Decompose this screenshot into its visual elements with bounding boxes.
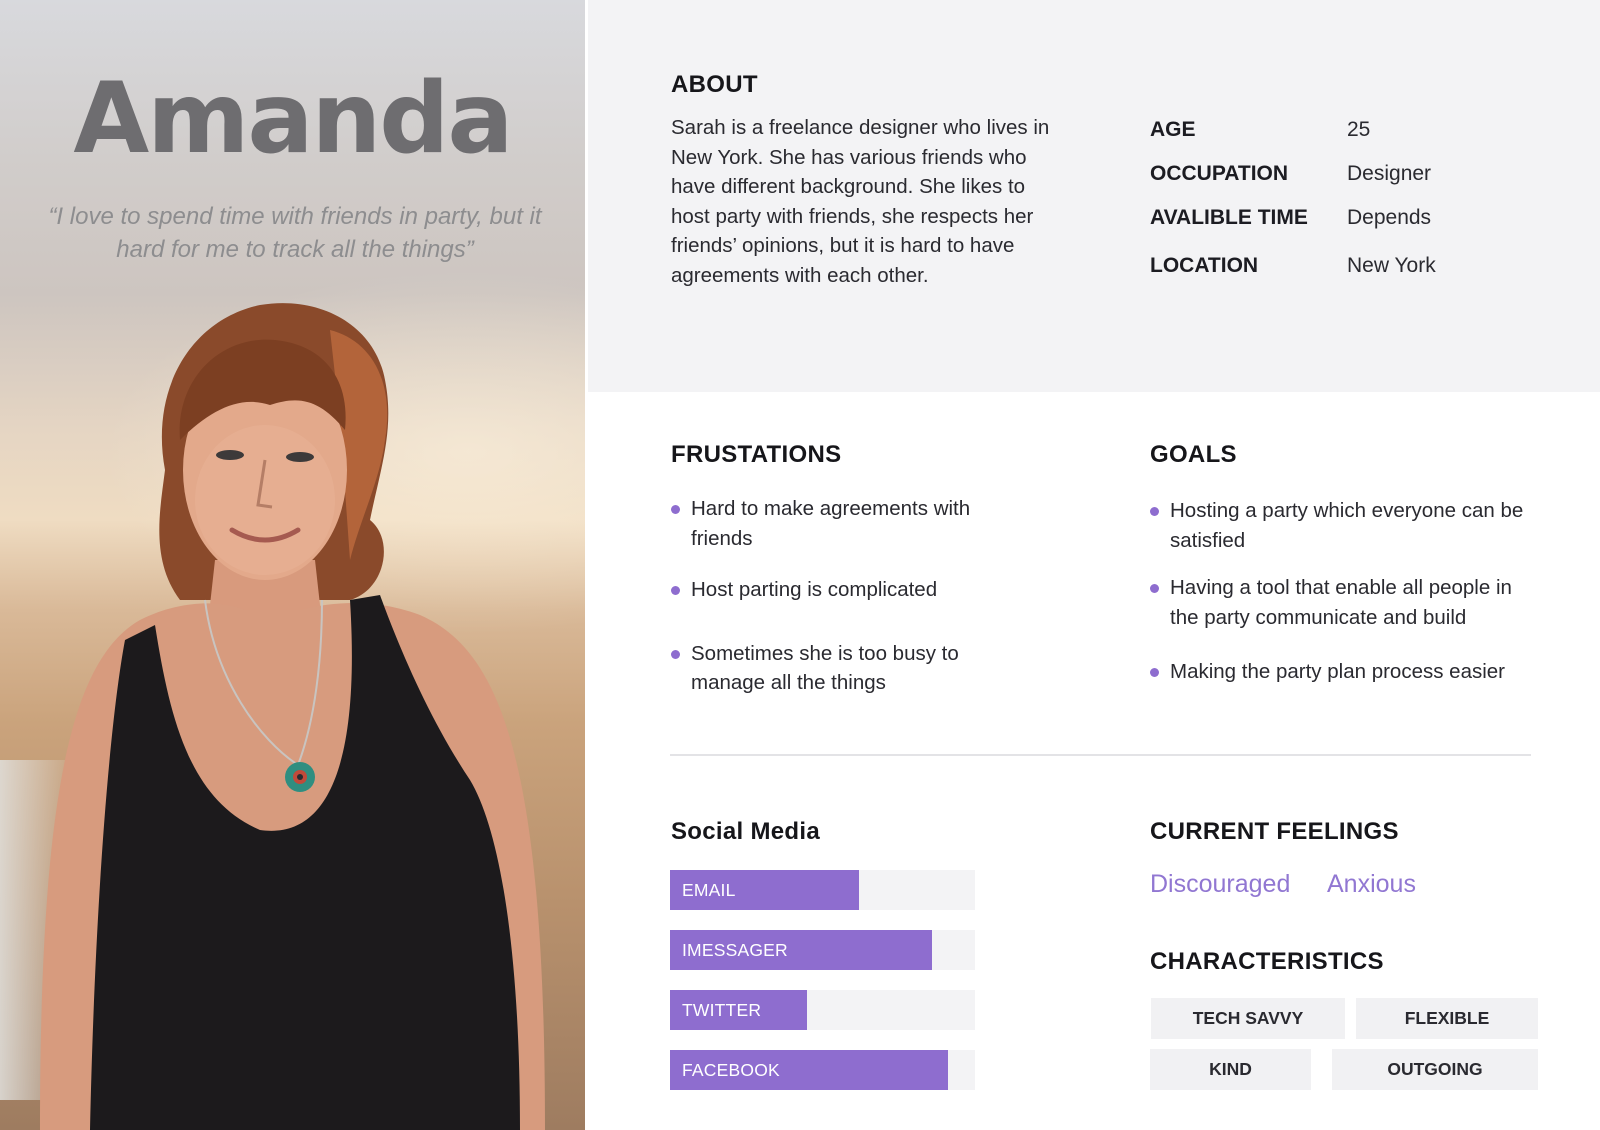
fact-key: AVALIBLE TIME (1150, 206, 1308, 229)
about-description: Sarah is a freelance designer who lives … (671, 116, 1050, 287)
bullet-dot-icon (1150, 584, 1159, 593)
bar-label: FACEBOOK (682, 1060, 780, 1080)
bar-label: EMAIL (682, 880, 736, 900)
goals-list: Hosting a party which everyone can be sa… (1150, 496, 1535, 687)
bullet-dot-icon (671, 586, 680, 595)
bullet-dot-icon (671, 649, 680, 659)
frustrations-title: FRUSTATIONS (671, 441, 842, 468)
persona-name: Amanda (73, 62, 513, 176)
feeling-anxious: Anxious (1327, 870, 1416, 898)
list-item: Host parting is complicated (671, 575, 1031, 605)
list-item: Making the party plan process easier (1150, 657, 1535, 687)
list-item: Having a tool that enable all people in … (1150, 573, 1535, 632)
frustrations-list: Hard to make agreements with friends Hos… (671, 494, 1031, 698)
list-item: Sometimes she is too busy to manage all … (671, 639, 1031, 698)
bullet-dot-icon (1150, 507, 1159, 516)
frustration-text: Hard to make agreements with friends (691, 497, 971, 550)
fact-key: AGE (1150, 118, 1196, 141)
feeling-discouraged: Discouraged (1150, 870, 1291, 898)
social-media-title: Social Media (671, 818, 820, 845)
goal-text: Making the party plan process easier (1170, 660, 1506, 683)
goal-text: Having a tool that enable all people in … (1170, 576, 1512, 629)
fact-value: 25 (1347, 118, 1371, 141)
section-divider (670, 754, 1531, 756)
social-bar-twitter: TWITTER (670, 990, 975, 1030)
trait-chip-kind: KIND (1150, 1049, 1311, 1090)
goal-text: Hosting a party which everyone can be sa… (1170, 499, 1524, 552)
trait-chip-tech-savvy: TECH SAVVY (1151, 998, 1345, 1039)
list-item: Hosting a party which everyone can be sa… (1150, 496, 1535, 555)
fact-value: Designer (1347, 162, 1432, 185)
current-feelings-title: CURRENT FEELINGS (1150, 818, 1399, 845)
social-bar-facebook: FACEBOOK (670, 1050, 975, 1090)
social-bar-email: EMAIL (670, 870, 975, 910)
frustration-text: Host parting is complicated (691, 578, 938, 601)
list-item: Hard to make agreements with friends (671, 494, 1031, 553)
fact-value: Depends (1347, 206, 1432, 229)
fact-key: OCCUPATION (1150, 162, 1289, 185)
fact-key: LOCATION (1150, 254, 1259, 277)
social-bar-imessager: IMESSAGER (670, 930, 975, 970)
fact-value: New York (1347, 254, 1436, 277)
goals-title: GOALS (1150, 441, 1237, 468)
trait-chip-outgoing: OUTGOING (1332, 1049, 1538, 1090)
persona-portrait (40, 303, 545, 1130)
frustration-text: Sometimes she is too busy to manage all … (691, 641, 959, 695)
about-title: ABOUT (671, 71, 758, 98)
persona-photo-panel: Amanda “I love to spend time with friend… (0, 0, 585, 1130)
bullet-dot-icon (671, 505, 680, 514)
characteristics-title: CHARACTERISTICS (1150, 948, 1384, 975)
bar-label: TWITTER (682, 1000, 762, 1020)
bullet-dot-icon (1150, 668, 1159, 677)
persona-quote: “I love to spend time with friends in pa… (48, 203, 542, 263)
trait-chip-flexible: FLEXIBLE (1356, 998, 1538, 1039)
bar-label: IMESSAGER (682, 940, 788, 960)
